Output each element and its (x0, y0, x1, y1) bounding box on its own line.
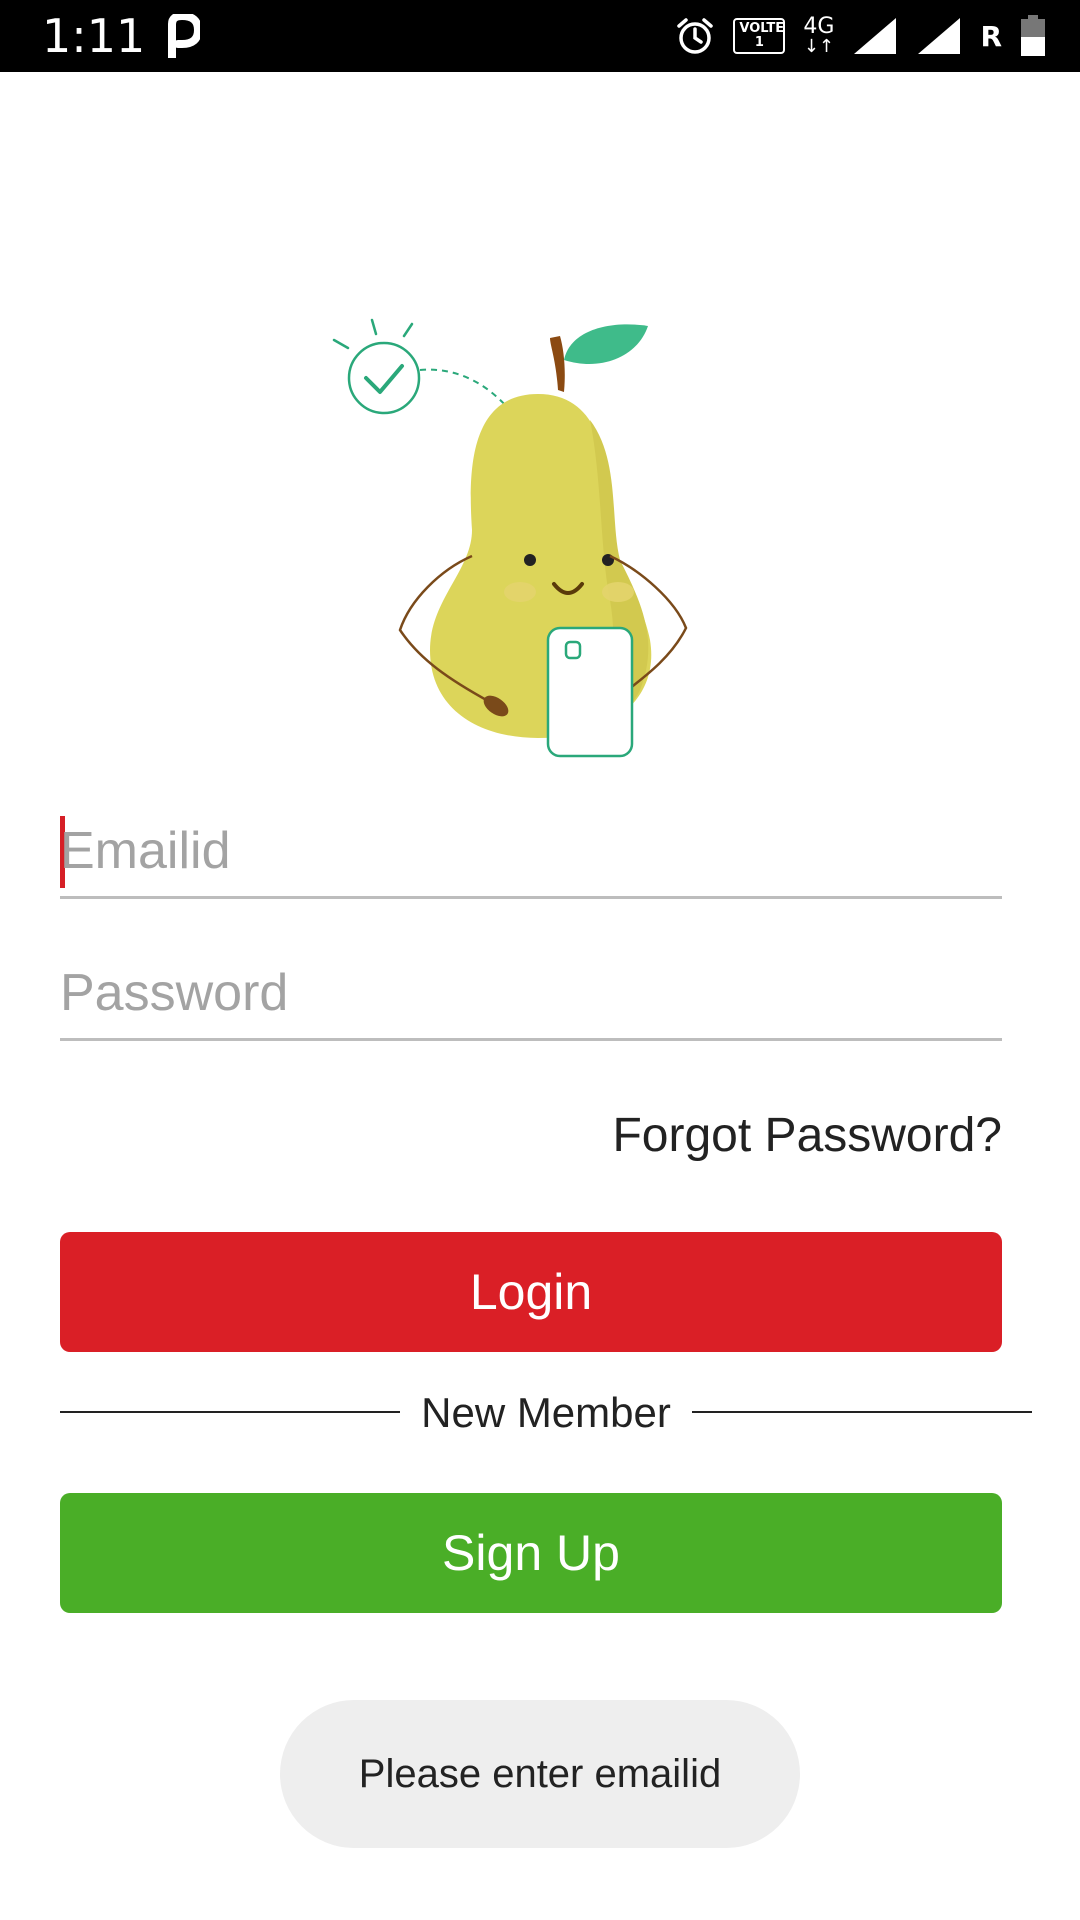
signal-icon (854, 18, 897, 54)
signal-icon (918, 18, 961, 54)
new-member-label: New Member (421, 1389, 671, 1436)
new-member-divider: New Member (60, 1385, 1032, 1441)
pear-holding-phone-illustration (332, 318, 688, 758)
forgot-password-link[interactable]: Forgot Password? (612, 1108, 1002, 1163)
p-app-icon (168, 14, 200, 58)
status-icons: VOLTE 1 4G ↓↑ R (675, 10, 1046, 62)
network-4g-indicator: 4G ↓↑ (803, 14, 835, 57)
phone-icon (546, 626, 634, 758)
volte-label: VOLTE (739, 21, 785, 36)
volte-icon: VOLTE 1 (733, 18, 786, 54)
signup-button[interactable]: Sign Up (60, 1493, 1002, 1613)
alarm-icon (677, 18, 714, 54)
email-field[interactable] (60, 806, 1002, 899)
email-input[interactable] (60, 806, 1002, 896)
password-input[interactable] (60, 948, 1002, 1038)
password-field[interactable] (60, 948, 1002, 1041)
volte-sub: 1 (754, 35, 764, 50)
divider-line-right (692, 1411, 1032, 1413)
status-bar: 1:11 VOLTE 1 4G ↓↑ R (0, 0, 1080, 72)
divider-line-left (60, 1411, 400, 1413)
status-time: 1:11 (42, 9, 146, 63)
battery-icon (1021, 15, 1045, 56)
network-label: 4G (803, 14, 835, 39)
check-circle-icon (332, 318, 509, 415)
roaming-indicator: R (980, 19, 1002, 53)
login-button[interactable]: Login (60, 1232, 1002, 1352)
toast-message: Please enter emailid (280, 1700, 800, 1848)
